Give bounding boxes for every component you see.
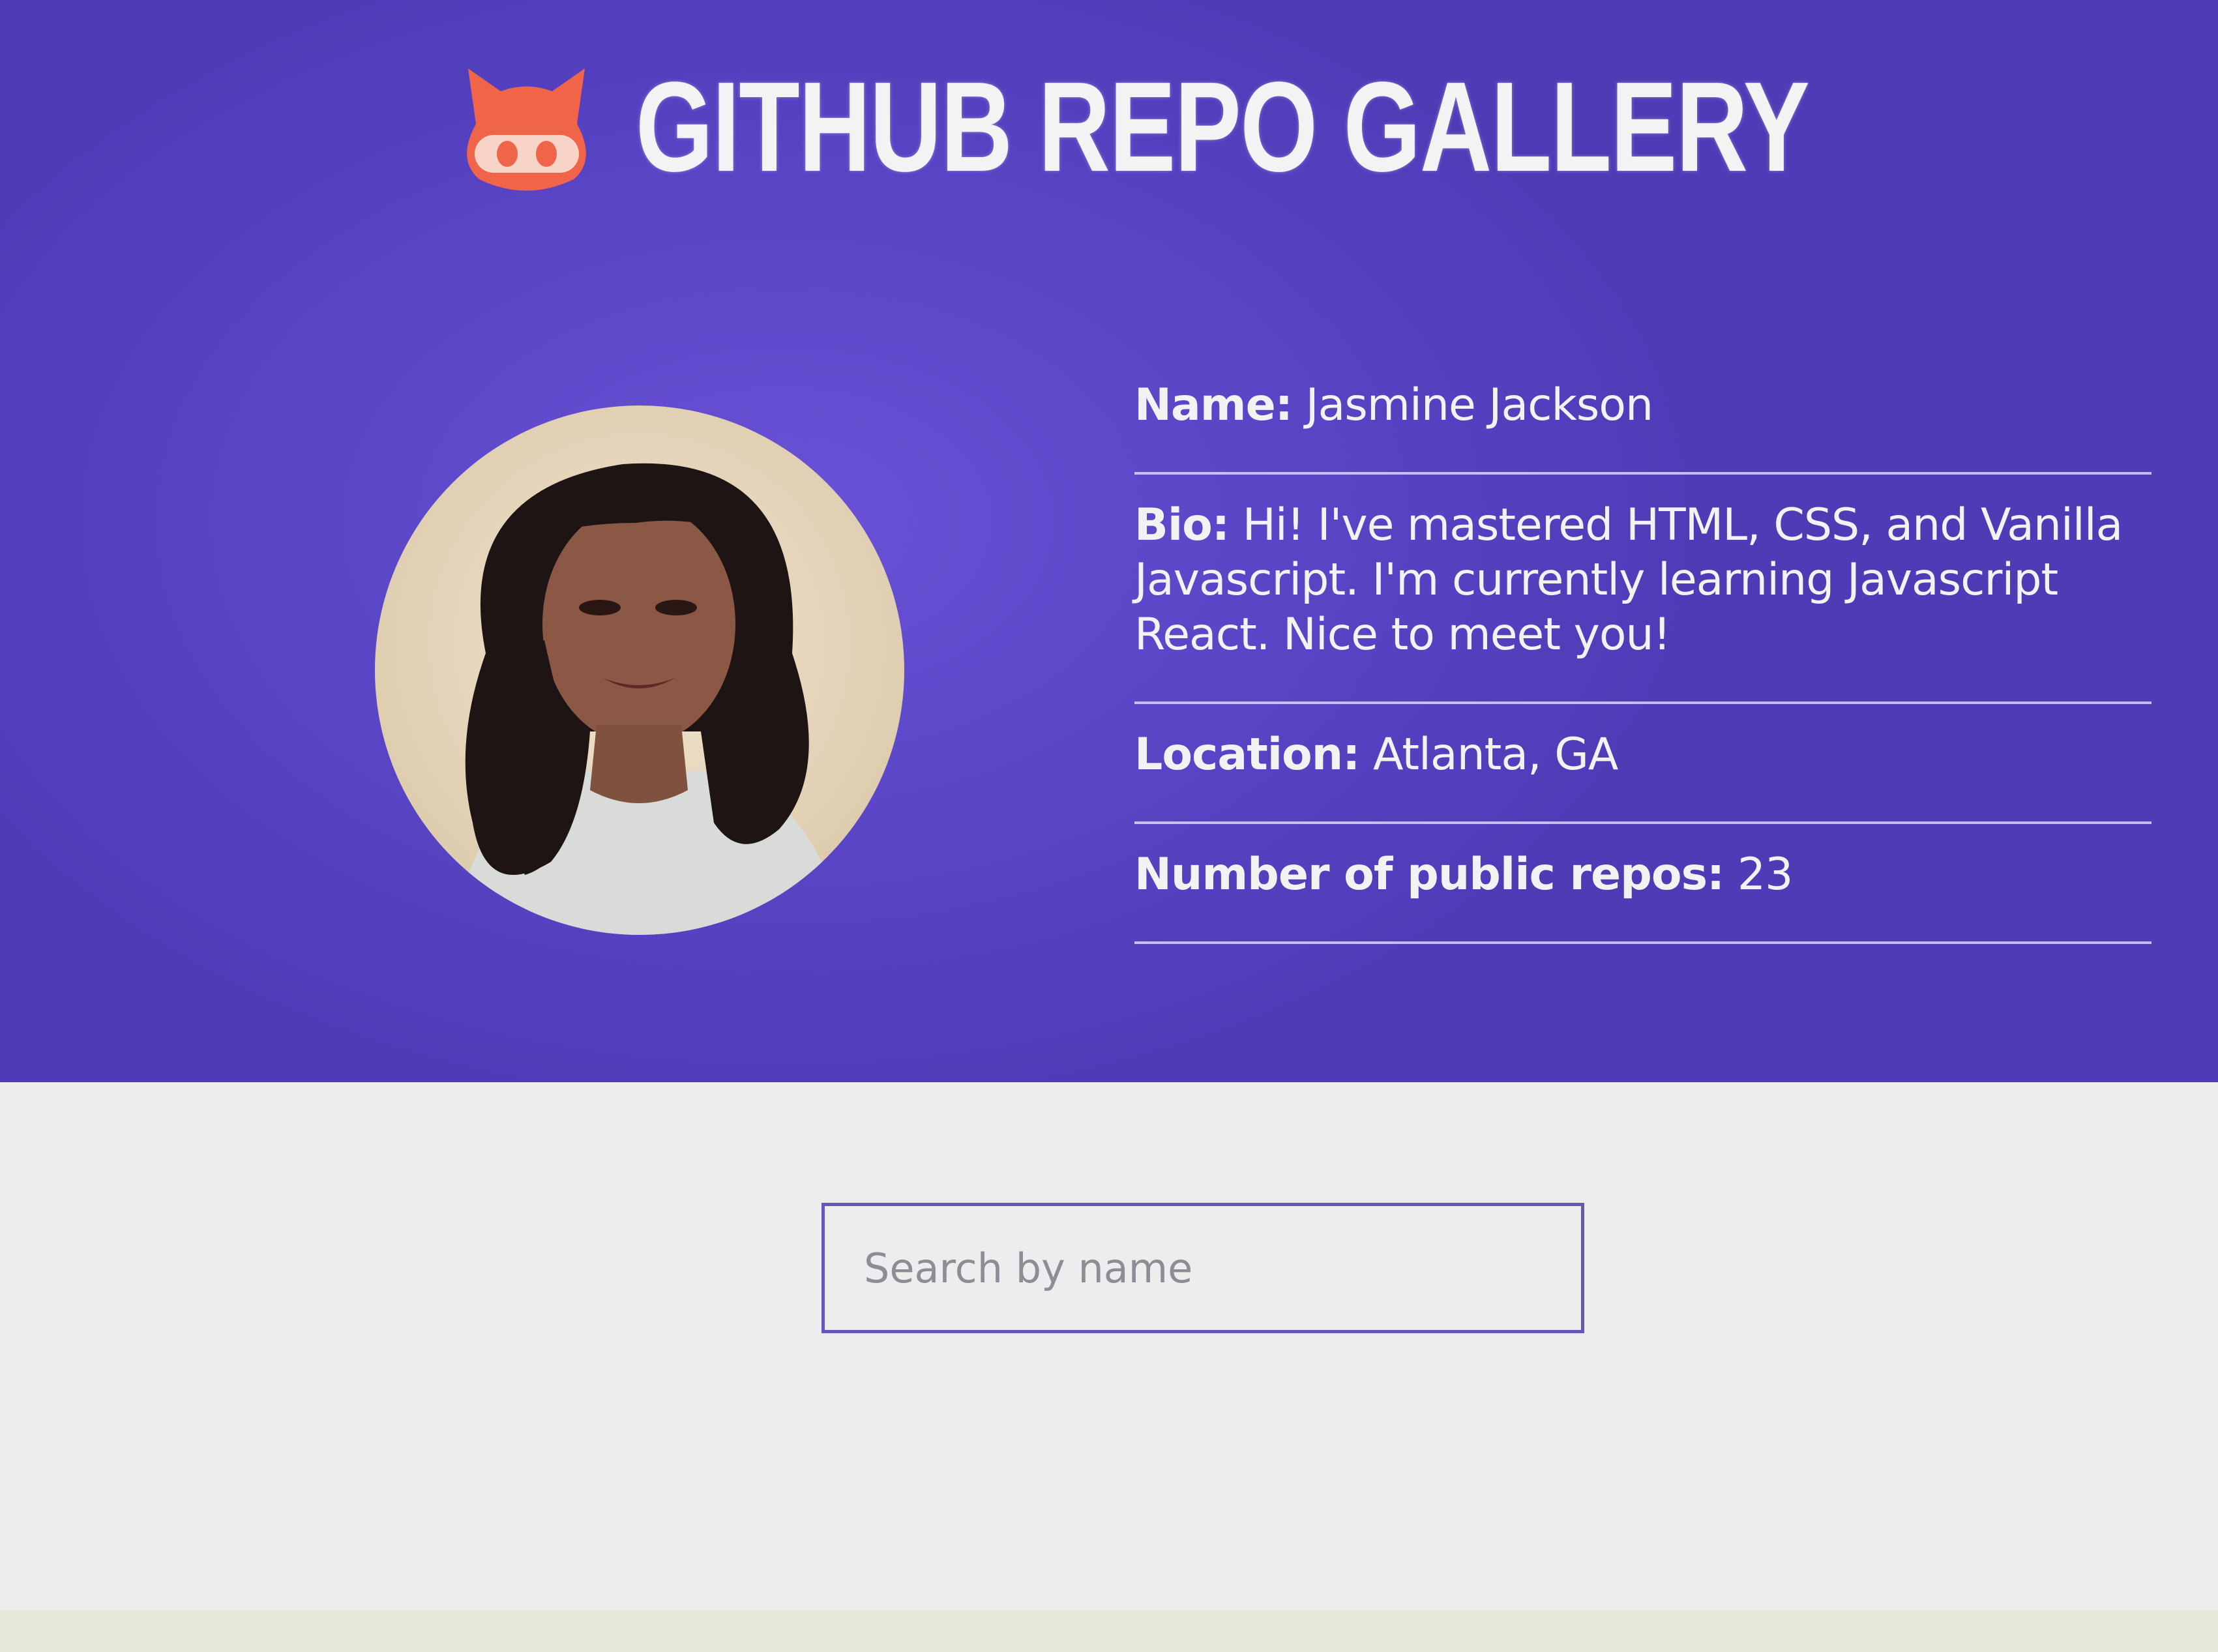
user-repos-row: Number of public repos: 23 xyxy=(1134,824,2151,944)
location-label: Location: xyxy=(1134,729,1360,780)
search-input[interactable] xyxy=(825,1206,1581,1330)
public-repo-count: 23 xyxy=(1737,849,1794,900)
user-location: Atlanta, GA xyxy=(1373,729,1618,780)
site-header: GITHUB REPO GALLERY xyxy=(450,46,2140,209)
user-avatar-photo xyxy=(375,406,904,935)
repos-label: Number of public repos: xyxy=(1134,849,1724,900)
name-label: Name: xyxy=(1134,379,1293,431)
github-octocat-icon xyxy=(467,68,586,191)
user-bio: Hi! I've mastered HTML, CSS, and Vanilla… xyxy=(1134,499,2123,660)
user-bio-row: Bio: Hi! I've mastered HTML, CSS, and Va… xyxy=(1134,475,2151,704)
user-location-row: Location: Atlanta, GA xyxy=(1134,704,2151,824)
user-info-panel: Name: Jasmine Jackson Bio: Hi! I've mast… xyxy=(1134,365,2151,944)
profile-header-section: GITHUB REPO GALLERY Name: Jasmine Jackso… xyxy=(0,0,2218,1082)
page-title: GITHUB REPO GALLERY xyxy=(636,55,1810,198)
bio-label: Bio: xyxy=(1134,499,1230,551)
search-box xyxy=(821,1203,1584,1333)
user-avatar xyxy=(375,406,904,935)
user-name: Jasmine Jackson xyxy=(1305,379,1653,431)
page-bottom-edge xyxy=(0,1610,2218,1652)
user-name-row: Name: Jasmine Jackson xyxy=(1134,365,2151,475)
